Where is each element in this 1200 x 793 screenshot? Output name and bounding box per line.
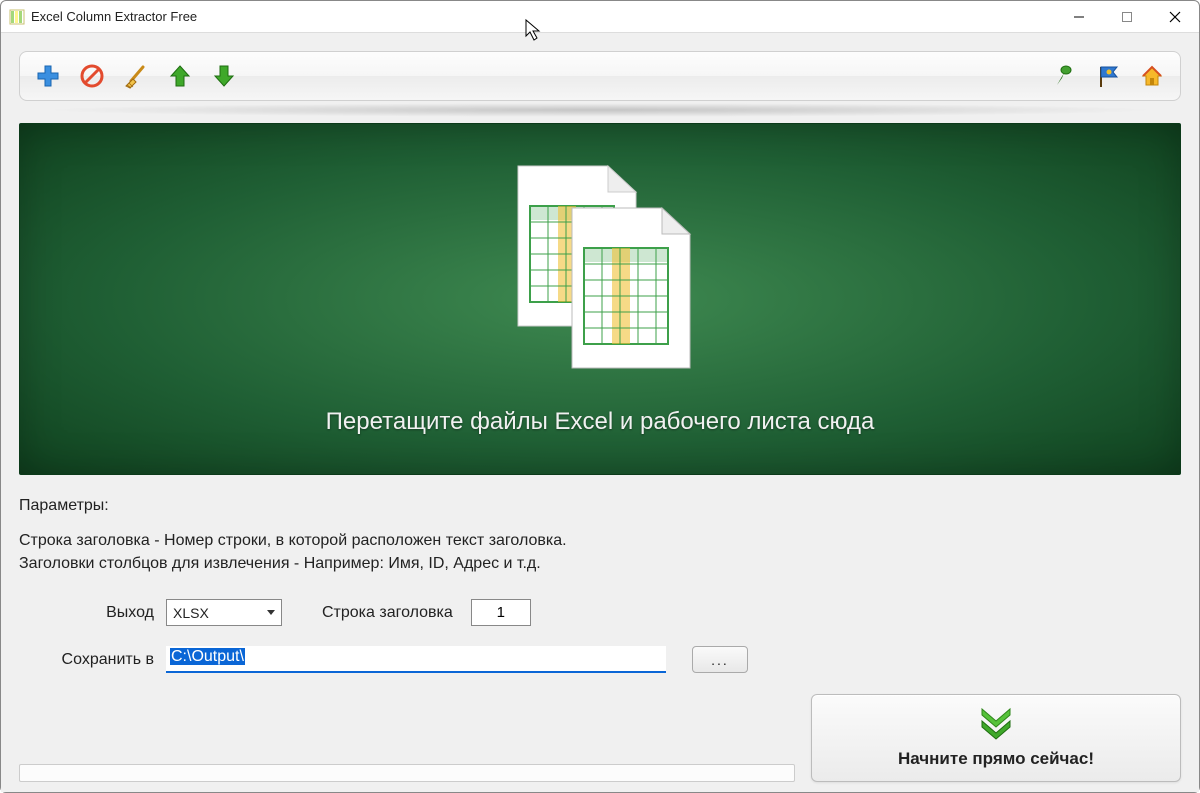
toolbar-shadow xyxy=(39,103,1161,117)
toolbar-wrap xyxy=(19,51,1181,123)
params-description: Строка заголовка - Номер строки, в котор… xyxy=(19,529,1181,575)
chevrons-down-icon xyxy=(976,707,1016,741)
pin-icon[interactable] xyxy=(1050,62,1078,90)
minimize-button[interactable] xyxy=(1055,1,1103,33)
excel-files-icon xyxy=(500,162,700,372)
add-icon[interactable] xyxy=(34,62,62,90)
toolbar xyxy=(19,51,1181,101)
header-row-label: Строка заголовка xyxy=(322,604,453,622)
browse-button[interactable]: ... xyxy=(692,646,748,673)
desc-line-1: Строка заголовка - Номер строки, в котор… xyxy=(19,529,1181,552)
titlebar: Excel Column Extractor Free xyxy=(1,1,1199,33)
browse-label: ... xyxy=(711,652,729,668)
flag-icon[interactable] xyxy=(1094,62,1122,90)
params-heading: Параметры: xyxy=(19,497,1181,515)
output-label: Выход xyxy=(19,604,154,622)
save-label: Сохранить в xyxy=(19,651,154,669)
window-body: Перетащите файлы Excel и рабочего листа … xyxy=(1,33,1199,792)
dropzone-text: Перетащите файлы Excel и рабочего листа … xyxy=(326,408,875,436)
start-label: Начните прямо сейчас! xyxy=(898,749,1094,769)
window-title: Excel Column Extractor Free xyxy=(31,9,197,24)
output-format-select[interactable]: XLSX xyxy=(166,599,282,626)
save-path-input[interactable]: C:\Output\ xyxy=(166,646,666,673)
save-row: Сохранить в C:\Output\ ... xyxy=(19,646,1181,673)
broom-icon[interactable] xyxy=(122,62,150,90)
app-window: Excel Column Extractor Free xyxy=(0,0,1200,793)
desc-line-2: Заголовки столбцов для извлечения - Напр… xyxy=(19,552,1181,575)
save-path-value: C:\Output\ xyxy=(170,648,245,665)
close-button[interactable] xyxy=(1151,1,1199,33)
start-button[interactable]: Начните прямо сейчас! xyxy=(811,694,1181,782)
up-arrow-icon[interactable] xyxy=(166,62,194,90)
header-row-input[interactable] xyxy=(471,599,531,626)
progress-bar xyxy=(19,764,795,782)
output-row: Выход XLSX Строка заголовка xyxy=(19,599,1181,626)
home-icon[interactable] xyxy=(1138,62,1166,90)
params-section: Параметры: Строка заголовка - Номер стро… xyxy=(19,497,1181,693)
dropzone[interactable]: Перетащите файлы Excel и рабочего листа … xyxy=(19,123,1181,475)
maximize-button[interactable] xyxy=(1103,1,1151,33)
down-arrow-icon[interactable] xyxy=(210,62,238,90)
forbidden-icon[interactable] xyxy=(78,62,106,90)
footer: Начните прямо сейчас! xyxy=(19,694,1181,782)
app-icon xyxy=(9,9,25,25)
output-format-value: XLSX xyxy=(173,605,209,621)
